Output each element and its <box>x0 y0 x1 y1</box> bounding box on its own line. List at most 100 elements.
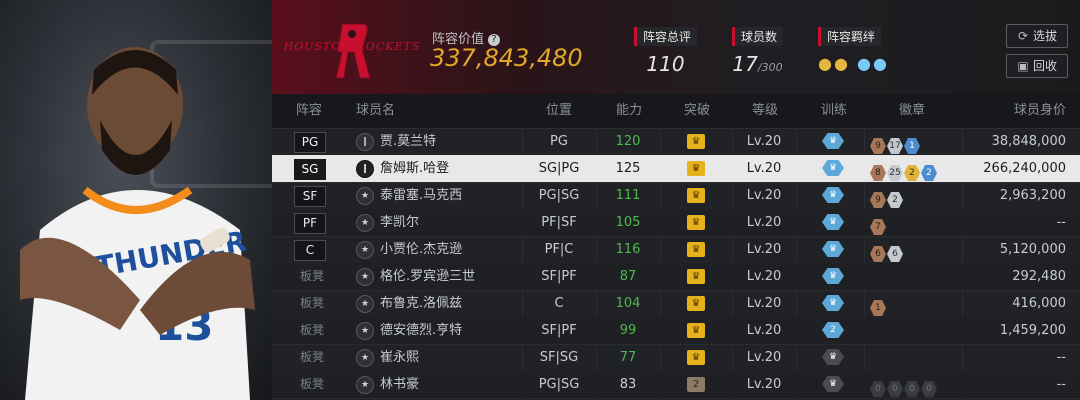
col-player-name[interactable]: 球员名 <box>356 94 395 128</box>
stat-overall-label: 阵容总评 <box>634 27 698 46</box>
player-name[interactable]: 泰雷塞.马克西 <box>380 182 462 209</box>
breakthrough-crown-icon[interactable]: ♛ <box>687 269 705 284</box>
col-position[interactable]: 位置 <box>546 94 572 128</box>
table-row[interactable]: 板凳 ★ 崔永熙 SF|SG 77 ♛ Lv.20 ♛ -- <box>272 344 1080 372</box>
training-icon[interactable]: ♛ <box>822 187 844 203</box>
col-lineup[interactable]: 阵容 <box>296 94 322 128</box>
col-player-value[interactable]: 球员身价 <box>1014 94 1066 128</box>
player-value: -- <box>1056 215 1066 230</box>
player-name[interactable]: 格伦.罗宾逊三世 <box>380 263 475 290</box>
player-level: Lv.20 <box>746 215 782 230</box>
lineup-slot-bench[interactable]: 板凳 <box>294 263 330 290</box>
badge-silver-icon: 17 <box>887 138 903 154</box>
badge-bronze-icon: 1 <box>870 300 886 316</box>
player-name[interactable]: 林书豪 <box>380 371 419 398</box>
badge-bronze-icon: 7 <box>870 219 886 235</box>
badge-list[interactable]: 1 <box>870 295 887 316</box>
select-button[interactable]: ⟳ 选拔 <box>1006 24 1068 48</box>
badge-list[interactable]: 8 25 2 2 <box>870 160 938 181</box>
lineup-slot-bench[interactable]: 板凳 <box>294 317 330 344</box>
col-training[interactable]: 训练 <box>821 94 847 128</box>
player-ability: 99 <box>619 323 637 338</box>
recycle-button[interactable]: ▣ 回收 <box>1006 54 1068 78</box>
player-rank-icon: ❙ <box>356 160 374 178</box>
breakthrough-crown-icon[interactable]: ♛ <box>687 134 705 149</box>
table-row[interactable]: 板凳 ★ 林书豪 PG|SG 83 2 Lv.20 ♛ 0 0 0 0 -- <box>272 371 1080 399</box>
breakthrough-crown-icon[interactable]: ♛ <box>687 161 705 176</box>
lineup-slot-badge[interactable]: C <box>294 240 326 261</box>
player-rank-icon: ★ <box>356 376 374 394</box>
player-name[interactable]: 小贾伦.杰克逊 <box>380 236 462 263</box>
badge-list[interactable]: 7 <box>870 214 887 235</box>
training-icon[interactable]: ♛ <box>822 295 844 311</box>
table-row[interactable]: PF ★ 李凯尔 PF|SF 105 ♛ Lv.20 ♛ 7 -- <box>272 209 1080 237</box>
breakthrough-crown-icon[interactable]: ♛ <box>687 188 705 203</box>
stat-bond: 阵容羁绊 ●● ●● <box>818 26 889 73</box>
training-icon[interactable]: 2 <box>822 322 844 338</box>
breakthrough-crown-icon[interactable]: ♛ <box>687 296 705 311</box>
lineup-slot-bench[interactable]: 板凳 <box>294 344 330 371</box>
badge-list[interactable]: 92 <box>870 187 904 208</box>
table-row[interactable]: SF ★ 泰雷塞.马克西 PG|SG 111 ♛ Lv.20 ♛ 9 2 2,963,200 <box>272 182 1080 210</box>
player-portrait: THUNDER 13 <box>0 0 272 400</box>
table-row[interactable]: 板凳 ★ 格伦.罗宾逊三世 SF|PF 87 ♛ Lv.20 ♛ 292,480 <box>272 263 1080 291</box>
player-name[interactable]: 崔永熙 <box>380 344 419 371</box>
lineup-slot-bench[interactable]: 板凳 <box>294 371 330 398</box>
player-position: PG|SG <box>538 188 580 203</box>
badge-list[interactable]: 9 17 1 <box>870 133 921 154</box>
badge-silver-icon: 6 <box>887 246 903 262</box>
lineup-slot-badge[interactable]: SF <box>294 186 326 207</box>
player-name[interactable]: 李凯尔 <box>380 209 419 236</box>
player-value: 1,459,200 <box>999 323 1066 338</box>
player-name[interactable]: 贾.莫兰特 <box>380 128 436 155</box>
breakthrough-crown-icon[interactable]: 2 <box>687 377 705 392</box>
breakthrough-crown-icon[interactable]: ♛ <box>687 350 705 365</box>
training-icon[interactable]: ♛ <box>822 268 844 284</box>
training-icon[interactable]: ♛ <box>822 349 844 365</box>
bond-group-icon-2[interactable]: ●● <box>857 54 889 73</box>
player-rank-icon: ★ <box>356 187 374 205</box>
badge-list[interactable]: 66 <box>870 241 904 262</box>
col-ability[interactable]: 能力 <box>616 94 642 128</box>
player-position: PG|SG <box>538 377 580 392</box>
player-value: 2,963,200 <box>999 188 1066 203</box>
lineup-slot-badge[interactable]: PF <box>294 213 326 234</box>
col-level[interactable]: 等级 <box>752 94 778 128</box>
stat-overall-value: 110 <box>646 52 685 76</box>
breakthrough-crown-icon[interactable]: ♛ <box>687 215 705 230</box>
col-breakthrough[interactable]: 突破 <box>684 94 710 128</box>
player-name[interactable]: 布鲁克.洛佩兹 <box>380 290 462 317</box>
player-name[interactable]: 德安德烈.亨特 <box>380 317 462 344</box>
training-icon[interactable]: ♛ <box>822 160 844 176</box>
breakthrough-crown-icon[interactable]: ♛ <box>687 242 705 257</box>
table-row[interactable]: 板凳 ★ 布鲁克.洛佩兹 C 104 ♛ Lv.20 ♛ 1 416,000 <box>272 290 1080 318</box>
lineup-slot-bench[interactable]: 板凳 <box>294 290 330 317</box>
breakthrough-crown-icon[interactable]: ♛ <box>687 323 705 338</box>
training-icon[interactable]: ♛ <box>822 376 844 392</box>
table-row[interactable]: C ★ 小贾伦.杰克逊 PF|C 116 ♛ Lv.20 ♛ 6 6 5,120,000 <box>272 236 1080 264</box>
player-position: C <box>554 296 564 311</box>
training-icon[interactable]: ♛ <box>822 214 844 230</box>
table-row[interactable]: 板凳 ★ 德安德烈.亨特 SF|PF 99 ♛ Lv.20 2 1,459,200 <box>272 317 1080 345</box>
table-row[interactable]: SG ❙ 詹姆斯.哈登 SG|PG 125 ♛ Lv.20 ♛ 8 25 2 2 266,240,000 <box>272 155 1080 183</box>
badge-list[interactable]: 0000 <box>870 376 938 397</box>
lineup-slot-badge[interactable]: SG <box>294 159 326 180</box>
player-rank-icon: ★ <box>356 322 374 340</box>
table-row[interactable]: PG ❙ 贾.莫兰特 PG 120 ♛ Lv.20 ♛ 9 17 1 38,848,000 <box>272 128 1080 156</box>
badge-silver-icon: 2 <box>887 192 903 208</box>
bond-icons[interactable]: ●● ●● <box>818 54 889 73</box>
col-badges[interactable]: 徽章 <box>899 94 925 128</box>
player-level: Lv.20 <box>746 161 782 176</box>
player-ability: 111 <box>615 188 641 203</box>
training-icon[interactable]: ♛ <box>822 241 844 257</box>
player-ability: 105 <box>615 215 641 230</box>
player-value: 38,848,000 <box>991 134 1066 149</box>
bond-group-icon-1[interactable]: ●● <box>818 54 850 73</box>
player-value: 292,480 <box>1012 269 1066 284</box>
training-icon[interactable]: ♛ <box>822 133 844 149</box>
player-value: 416,000 <box>1012 296 1066 311</box>
player-name[interactable]: 詹姆斯.哈登 <box>380 155 449 182</box>
player-position: SG|PG <box>538 161 580 176</box>
lineup-slot-badge[interactable]: PG <box>294 132 326 153</box>
badge-bronze-icon: 9 <box>870 192 886 208</box>
